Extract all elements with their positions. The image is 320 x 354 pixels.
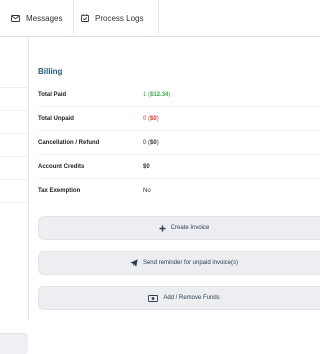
divider xyxy=(0,133,28,134)
paper-plane-icon xyxy=(130,259,138,267)
billing-row-tax-exemption: Tax Exemption No xyxy=(38,180,320,202)
value-count: 0 ( xyxy=(143,116,151,122)
tab-bar: Messages Process Logs xyxy=(0,0,320,37)
value-amount: $0 xyxy=(150,140,157,146)
money-bill-icon xyxy=(148,294,159,302)
plus-icon xyxy=(159,225,166,232)
row-value: No xyxy=(143,188,151,194)
billing-title: Billing xyxy=(38,67,63,76)
row-label: Total Paid xyxy=(38,92,67,98)
value-close: ) xyxy=(156,116,159,122)
button-label: Add / Remove Funds xyxy=(163,295,220,301)
value-close: ) xyxy=(168,92,171,98)
value-amount: $0 xyxy=(143,164,150,170)
row-value: 0 ($0) xyxy=(143,116,159,122)
divider xyxy=(0,87,28,88)
divider xyxy=(0,156,28,157)
billing-row-total-paid: Total Paid 1 ($12.34) xyxy=(38,84,320,107)
value-amount: $12.34 xyxy=(150,92,169,98)
row-label: Cancellation / Refund xyxy=(38,140,100,146)
row-label: Account Credits xyxy=(38,164,85,170)
billing-row-total-unpaid: Total Unpaid 0 ($0) xyxy=(38,108,320,131)
value-amount: $0 xyxy=(150,116,157,122)
value-count: 0 ( xyxy=(143,140,151,146)
calendar-check-icon xyxy=(81,14,89,22)
row-label: Tax Exemption xyxy=(38,188,81,194)
left-panel xyxy=(0,37,29,354)
row-value: $0 xyxy=(143,164,150,170)
add-remove-funds-button[interactable]: Add / Remove Funds xyxy=(38,286,320,310)
divider xyxy=(0,110,28,111)
divider xyxy=(0,202,28,203)
button-label: Send reminder for unpaid invoice(s) xyxy=(142,260,239,266)
create-invoice-button[interactable]: Create Invoice xyxy=(38,216,320,240)
row-value: 1 ($12.34) xyxy=(143,92,170,98)
tab-process-logs[interactable]: Process Logs xyxy=(73,0,159,36)
row-label: Total Unpaid xyxy=(38,116,74,122)
envelope-icon xyxy=(11,14,20,22)
tab-messages[interactable]: Messages xyxy=(0,0,74,36)
tab-label: Process Logs xyxy=(95,13,144,23)
value-close: ) xyxy=(156,140,159,146)
tab-label: Messages xyxy=(26,13,63,23)
row-value: 0 ($0) xyxy=(143,140,159,146)
billing-row-account-credits: Account Credits $0 xyxy=(38,156,320,179)
left-panel-button[interactable] xyxy=(0,333,28,354)
billing-row-cancellation-refund: Cancellation / Refund 0 ($0) xyxy=(38,132,320,155)
divider xyxy=(0,179,28,180)
button-label: Create Invoice xyxy=(170,225,210,231)
send-reminder-button[interactable]: Send reminder for unpaid invoice(s) xyxy=(38,251,320,275)
value-count: 1 ( xyxy=(143,92,151,98)
